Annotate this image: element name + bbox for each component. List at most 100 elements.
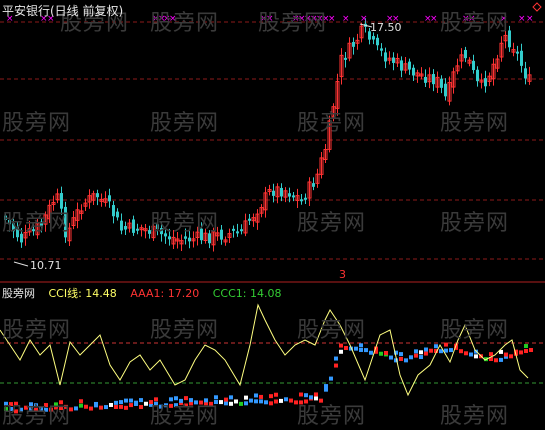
indicator-block — [509, 354, 513, 359]
indicator-block — [9, 407, 13, 412]
indicator-block — [284, 397, 288, 402]
signal-marker: × — [430, 14, 438, 24]
indicator-block — [504, 352, 508, 357]
indicator-block — [199, 400, 203, 405]
candle-body — [16, 227, 19, 238]
indicator-block — [314, 392, 318, 397]
indicator-block — [529, 348, 533, 353]
indicator-block — [319, 398, 323, 403]
indicator-block — [254, 393, 258, 398]
max-price-label: 17.50 — [370, 21, 402, 34]
indicator-block — [74, 406, 78, 411]
indicator-block — [4, 407, 8, 412]
indicator-block — [414, 349, 418, 354]
min-price-label: 10.71 — [30, 259, 62, 272]
indicator-block — [389, 355, 393, 360]
candle-body — [12, 223, 15, 232]
indicator-block — [334, 363, 338, 368]
candle-body — [508, 30, 511, 48]
indicator-block — [44, 407, 48, 412]
indicator-block — [299, 392, 303, 397]
candle-body — [464, 49, 467, 59]
candle-body — [8, 219, 11, 225]
indicator-block — [214, 400, 218, 405]
indicator-block — [274, 392, 278, 397]
indicator-block — [129, 403, 133, 408]
indicator-block — [109, 402, 113, 407]
indicator-block — [124, 405, 128, 410]
indicator-block — [309, 395, 313, 400]
indicator-name: 股旁网 — [2, 287, 35, 300]
cci-value: CCI线: 14.48 — [48, 287, 117, 300]
candle-body — [148, 230, 151, 234]
indicator-block — [324, 384, 328, 389]
candle-body — [432, 74, 435, 85]
indicator-block — [244, 401, 248, 406]
candle-body — [120, 220, 123, 231]
candle-body — [164, 233, 167, 237]
candle-body — [312, 183, 315, 187]
indicator-block — [149, 400, 153, 405]
indicator-block — [94, 401, 98, 406]
candle-body — [248, 218, 251, 221]
indicator-block — [229, 401, 233, 406]
indicator-block — [29, 406, 33, 411]
indicator-block — [184, 396, 188, 401]
indicator-block — [139, 405, 143, 410]
candle-body — [408, 61, 411, 70]
indicator-block — [104, 405, 108, 410]
indicator-block — [329, 376, 333, 381]
indicator-block — [369, 350, 373, 355]
indicator-block — [359, 347, 363, 352]
indicator-block — [159, 404, 163, 409]
indicator-block — [419, 350, 423, 355]
indicator-block — [134, 400, 138, 405]
indicator-block — [14, 409, 18, 414]
indicator-block — [384, 350, 388, 355]
indicator-block — [169, 403, 173, 408]
indicator-block — [424, 347, 428, 352]
indicator-block — [339, 349, 343, 354]
candle-body — [108, 195, 111, 202]
indicator-block — [139, 398, 143, 403]
indicator-block — [269, 394, 273, 399]
candle-body — [96, 193, 99, 198]
indicator-block — [399, 352, 403, 357]
candle-body — [300, 199, 303, 202]
indicator-block — [89, 406, 93, 411]
indicator-block — [249, 398, 253, 403]
candle-body — [412, 67, 415, 76]
indicator-block — [299, 400, 303, 405]
indicator-block — [154, 397, 158, 402]
indicator-block — [424, 351, 428, 356]
indicator-block — [9, 402, 13, 407]
indicator-block — [144, 401, 148, 406]
candle-body — [344, 57, 347, 60]
candle-body — [160, 227, 163, 235]
indicator-block — [279, 398, 283, 403]
indicator-block — [274, 399, 278, 404]
indicator-block — [59, 400, 63, 405]
candle-body — [236, 231, 239, 234]
candle-body — [156, 224, 159, 230]
signal-marker: × — [360, 14, 368, 24]
indicator-block — [354, 346, 358, 351]
aaa-value: AAA1: 17.20 — [130, 287, 200, 300]
indicator-block — [444, 342, 448, 347]
indicator-block — [234, 399, 238, 404]
candle-body — [60, 193, 63, 209]
indicator-block — [229, 395, 233, 400]
indicator-block — [34, 403, 38, 408]
indicator-block — [399, 356, 403, 361]
indicator-block — [119, 400, 123, 405]
candle-body — [208, 233, 211, 244]
candle-body — [112, 205, 115, 217]
indicator-block — [474, 354, 478, 359]
candle-body — [184, 236, 187, 239]
diamond-icon — [532, 2, 542, 12]
indicator-block — [174, 403, 178, 408]
indicator-block — [39, 406, 43, 411]
indicator-block — [259, 399, 263, 404]
indicator-block — [84, 404, 88, 409]
candle-body — [288, 193, 291, 197]
